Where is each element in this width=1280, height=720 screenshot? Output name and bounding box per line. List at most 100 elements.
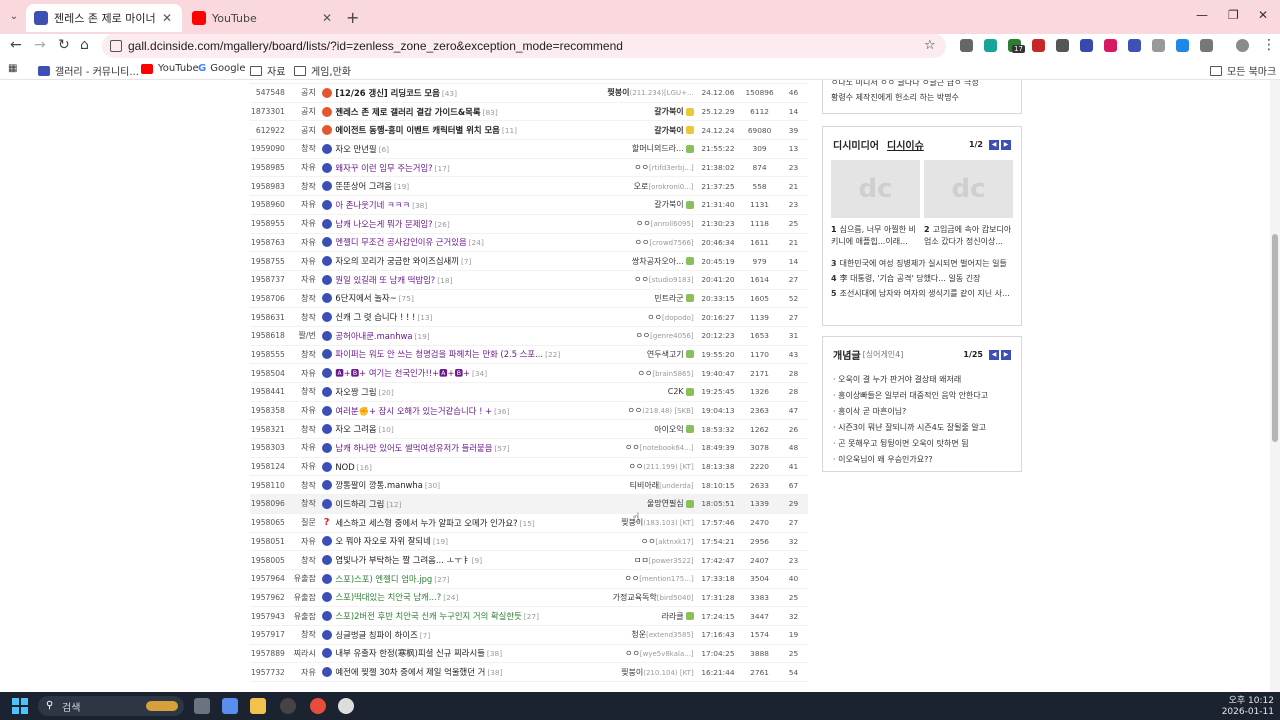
comment-count[interactable]: [26]	[435, 220, 450, 229]
comment-count[interactable]: [30]	[425, 481, 440, 490]
address-bar[interactable]: gall.dcinside.com/mgallery/board/lists/?…	[102, 34, 946, 58]
comment-count[interactable]: [19]	[433, 537, 448, 546]
comment-count[interactable]: [7]	[420, 631, 430, 640]
post-title[interactable]: 여러분✊+ 잠시 오해가 있는거같습니다 ! +	[335, 406, 492, 416]
task-view-icon[interactable]	[194, 698, 210, 714]
extension-icon[interactable]	[1152, 39, 1165, 52]
comment-count[interactable]: [9]	[472, 556, 482, 565]
taskbar-search[interactable]: ⚲ 검색	[38, 696, 184, 716]
media-thumbnail[interactable]: dc	[831, 160, 920, 218]
post-title-cell[interactable]: 🅰+🅱+ 여기는 천국인가!!+🅰+🅱+ [34]	[333, 367, 595, 379]
comment-count[interactable]: [6]	[379, 145, 389, 154]
post-writer[interactable]: 갈가북이	[595, 199, 696, 210]
page-scrollbar[interactable]	[1270, 80, 1280, 692]
github-icon[interactable]	[280, 698, 296, 714]
post-title-cell[interactable]: 스포)2버전 후반 치안국 신캐 누구인지 거의 확실한듯 [27]	[333, 610, 595, 622]
table-row[interactable]: 1958763 자유 엔젤디 무조건 공사갑인이유 근거있음 [24] ㅇㅇ[crowd…	[250, 234, 808, 253]
post-writer[interactable]: C2K	[595, 387, 696, 396]
minimize-icon[interactable]: —	[1196, 8, 1208, 22]
notice-row[interactable]: 547548 공지 [12/26 갱신] 리딩코드 모음 [43] 찢붕이(211.23…	[250, 84, 808, 103]
post-writer[interactable]: 청운[extend3585]	[595, 629, 696, 640]
comment-count[interactable]: [83]	[483, 108, 498, 117]
table-row[interactable]: 1958631 창작 신캐 그 렷 습니다 ! ! ! [13] ㅇㅇ[dopodo] 2…	[250, 308, 808, 327]
media-caption[interactable]: 1 심으름, 너무 아찔한 비키니에 애플힙...이래...	[831, 224, 920, 248]
post-title[interactable]: 6단지에서 놀자~	[335, 293, 396, 303]
post-title[interactable]: [12/26 갱신] 리딩코드 모음	[335, 88, 439, 98]
comment-count[interactable]: [20]	[379, 388, 394, 397]
forward-icon[interactable]: →	[34, 37, 46, 53]
post-writer[interactable]: ㅇㅇ[rtifd3erbj...]	[595, 162, 696, 173]
comment-count[interactable]: [34]	[472, 369, 487, 378]
tab-search-chevron-icon[interactable]: ⌄	[6, 9, 22, 25]
back-icon[interactable]: ←	[10, 37, 22, 53]
table-row[interactable]: 1958051 자유 오 뭐야 자오로 자위 잘되네 [19] ㅇㅇ[aktnxk17]…	[250, 533, 808, 552]
post-title[interactable]: 파이퍼는 워도 안 쓰는 청명검을 파헤치는 만화 (2.5 스포...	[335, 349, 543, 359]
post-title-cell[interactable]: 아 존나웃기네 ㅋㅋㅋ [38]	[333, 199, 595, 211]
post-title-cell[interactable]: 6단지에서 놀자~ [75]	[333, 292, 595, 304]
post-writer[interactable]: 아이오익	[595, 424, 696, 435]
post-title-cell[interactable]: 신캐 그 렷 습니다 ! ! ! [13]	[333, 311, 595, 323]
post-title[interactable]: 스포)떡대있는 치안국 남캐...?	[335, 592, 441, 602]
sidebar-top-line[interactable]: ㅇ나노 미니서 ㅇㅇ 글나나 ㅇ글근 급ㅇ 극성	[831, 80, 1013, 88]
profile-avatar-icon[interactable]	[1236, 39, 1249, 52]
extension-icon[interactable]	[960, 39, 973, 52]
post-writer[interactable]: 찢붕이(210.104) [KT]	[595, 667, 696, 678]
post-writer[interactable]: 갈가북이	[595, 125, 696, 136]
post-writer[interactable]: 라라클	[595, 611, 696, 622]
post-writer[interactable]: ㅇㅇ[notebook64...]	[595, 442, 696, 453]
post-title-cell[interactable]: 파이퍼는 워도 안 쓰는 청명검을 파헤치는 만화 (2.5 스포... [22]	[333, 348, 595, 360]
post-title-cell[interactable]: 엽빛나가 부탁하는 짤 그려옴... ㅗㅜㅑ [9]	[333, 554, 595, 566]
comment-count[interactable]: [17]	[435, 164, 450, 173]
table-row[interactable]: 1958096 창작 이드하리 그림 [12] 울망연필심 18:05:51 1339 29	[250, 495, 808, 514]
comment-count[interactable]: [36]	[494, 407, 509, 416]
extension-icon[interactable]	[984, 39, 997, 52]
post-title[interactable]: 이드하리 그림	[335, 499, 384, 509]
comment-count[interactable]: [38]	[412, 201, 427, 210]
tab-dc-issue[interactable]: 디시이슈	[887, 137, 924, 152]
notice-row[interactable]: 1873301 공지 젠레스 존 제로 갤러리 결갑 가이드&목록 [83] 갈가북이 2…	[250, 103, 808, 122]
post-title-cell[interactable]: 에이전트 동행-흥미 이벤트 캐릭터별 위치 모음 [11]	[333, 124, 595, 136]
post-title[interactable]: 공허아내쿤.manhwa	[335, 331, 412, 341]
bookmark-google[interactable]: G Google	[198, 63, 245, 74]
bookmark-folder-games[interactable]: 게임,만화	[294, 63, 351, 78]
table-row[interactable]: 1958960 자유 아 존나웃기네 ㅋㅋㅋ [38] 갈가북이 21:31:40 1131…	[250, 196, 808, 215]
concept-item[interactable]: · 시즌3이 뭐냔 잘되니까 시즌4도 잘될줄 알고	[833, 422, 1011, 433]
post-title-cell[interactable]: 스포)떡대있는 치안국 남캐...? [24]	[333, 591, 595, 603]
comment-count[interactable]: [19]	[394, 182, 409, 191]
extensions-puzzle-icon[interactable]	[1200, 39, 1213, 52]
media-thumbnail[interactable]: dc	[924, 160, 1013, 218]
post-title[interactable]: 자오의 꼬리가 궁금한 와이즈십새끼	[335, 256, 459, 266]
comment-count[interactable]: [43]	[442, 89, 457, 98]
notice-row[interactable]: 612922 공지 에이전트 동행-흥미 이벤트 캐릭터별 위치 모음 [11] 갈가북…	[250, 121, 808, 141]
post-title-cell[interactable]: 자오 만년필 [6]	[333, 143, 595, 155]
file-explorer-icon[interactable]	[250, 698, 266, 714]
post-title-cell[interactable]: NOD [16]	[333, 462, 595, 472]
post-writer[interactable]: ㅇㅇ(218.48) [SKB]	[595, 405, 696, 416]
post-writer[interactable]: ㅇㅇ[wye5v8kala...]	[595, 648, 696, 659]
post-title[interactable]: 🅰+🅱+ 여기는 천국인가!!+🅰+🅱+	[335, 368, 470, 378]
concept-title[interactable]: 개념글	[833, 347, 861, 362]
post-title[interactable]: 오 뭐야 자오로 자위 잘되네	[335, 536, 430, 546]
post-title[interactable]: 왜자꾸 이런 임무 주는거임?	[335, 163, 432, 173]
comment-count[interactable]: [10]	[379, 425, 394, 434]
table-row[interactable]: 1959090 창작 자오 만년필 [6] 할머니의드라... 21:55:22 309 13	[250, 140, 808, 159]
post-title[interactable]: 깡통팔이 깡통.manwha	[335, 480, 422, 490]
post-title-cell[interactable]: 뚠뚠상어 그려옴 [19]	[333, 180, 595, 192]
table-row[interactable]: 1957964 유출잡 스포)스포) 엔젤디 엄마.jpg [27] ㅇㅇ[mentio…	[250, 570, 808, 589]
concept-item[interactable]: · 곤 못해우고 뒹뒹이면 오욱이 탓하면 됨	[833, 438, 1011, 449]
post-title[interactable]: 스포)스포) 엔젤디 엄마.jpg	[335, 574, 432, 584]
next-arrow-icon[interactable]: ▶	[1001, 349, 1011, 360]
post-title[interactable]: 에이전트 동행-흥미 이벤트 캐릭터별 위치 모음	[335, 125, 499, 135]
scrollbar-thumb[interactable]	[1272, 234, 1278, 442]
comment-count[interactable]: [38]	[487, 668, 502, 677]
table-row[interactable]: 1958441 창작 자오짱 그림 [20] C2K 19:25:45 1326 28	[250, 383, 808, 402]
post-title[interactable]: 세스하고 세스형 중에서 누가 알파고 오메가 인가요?	[335, 518, 517, 528]
post-writer[interactable]: 민트라군	[595, 293, 696, 304]
comment-count[interactable]: [24]	[443, 593, 458, 602]
post-writer[interactable]: 찢붕이(211.234)[LGU+...	[595, 87, 696, 98]
post-title[interactable]: 엽빛나가 부탁하는 짤 그려옴... ㅗㅜㅑ	[335, 555, 469, 565]
reload-icon[interactable]: ↻	[58, 37, 70, 53]
post-title-cell[interactable]: 왜자꾸 이런 임무 주는거임? [17]	[333, 162, 595, 174]
restore-icon[interactable]: ❐	[1228, 8, 1239, 22]
post-title-cell[interactable]: 남캐 하나만 있어도 썰먹여성유저가 들러붙음 [57]	[333, 442, 595, 454]
